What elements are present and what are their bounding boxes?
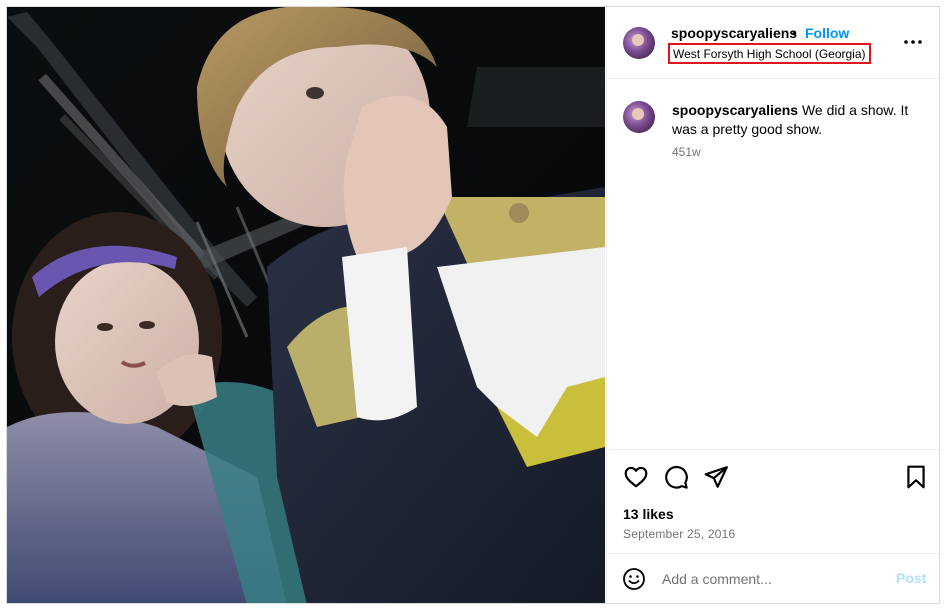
- bookmark-icon[interactable]: [903, 464, 929, 490]
- location-link[interactable]: West Forsyth High School (Georgia): [668, 43, 871, 64]
- share-icon[interactable]: [703, 464, 729, 490]
- more-horizontal-icon[interactable]: [901, 33, 925, 51]
- post-actions: 13 likes September 25, 2016: [607, 449, 939, 553]
- post-date: September 25, 2016: [623, 527, 736, 541]
- photo-illustration: [7, 7, 605, 603]
- add-comment-bar: Post: [607, 553, 939, 603]
- caption-username[interactable]: spoopyscaryaliens: [672, 102, 798, 118]
- post-dialog: spoopyscaryaliens • Follow West Forsyth …: [6, 6, 940, 604]
- caption-avatar[interactable]: [623, 101, 655, 133]
- post-photo[interactable]: [7, 7, 605, 603]
- comment-icon[interactable]: [663, 464, 689, 490]
- author-avatar[interactable]: [623, 27, 655, 59]
- follow-button[interactable]: Follow: [805, 25, 849, 41]
- post-header: spoopyscaryaliens • Follow West Forsyth …: [607, 7, 939, 79]
- author-username[interactable]: spoopyscaryaliens: [671, 25, 797, 41]
- comment-input[interactable]: [662, 566, 882, 592]
- header-separator: •: [792, 25, 797, 41]
- post-comment-button[interactable]: Post: [896, 570, 926, 586]
- caption-text: spoopyscaryaliens We did a show. It was …: [672, 101, 932, 139]
- caption-age: 451w: [672, 145, 701, 159]
- emoji-icon[interactable]: [622, 567, 646, 591]
- heart-icon[interactable]: [623, 464, 649, 490]
- likes-count[interactable]: 13 likes: [623, 506, 674, 522]
- post-side-panel: spoopyscaryaliens • Follow West Forsyth …: [606, 7, 939, 603]
